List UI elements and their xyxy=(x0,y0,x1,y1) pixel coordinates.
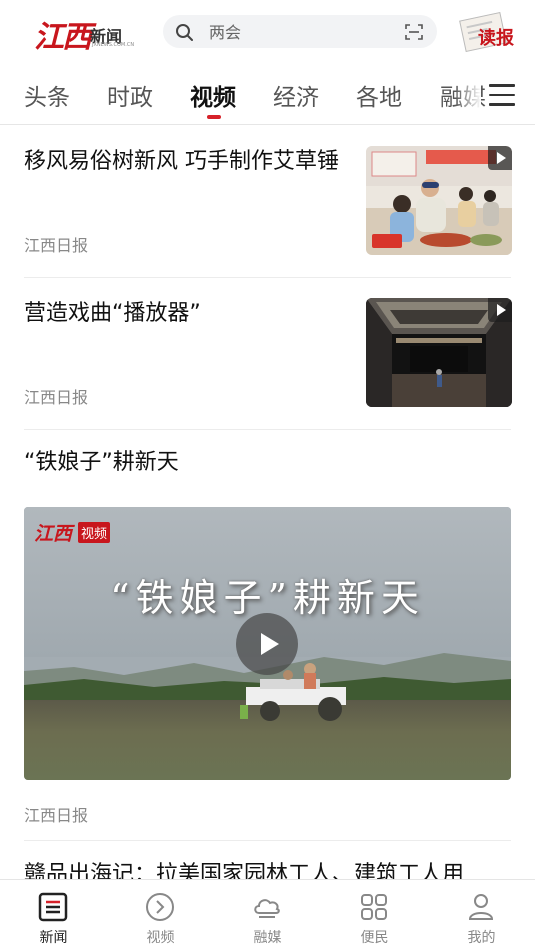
nav-video[interactable]: 视频 xyxy=(107,880,214,952)
news-item[interactable]: 移风易俗树新风 巧手制作艾草锤 江西日报 xyxy=(24,146,512,256)
bottom-navigation: 新闻 视频 融媒 便民 我的 xyxy=(0,879,535,952)
nav-label: 便民 xyxy=(360,930,389,946)
play-button-icon[interactable] xyxy=(236,613,298,675)
nav-media[interactable]: 融媒 xyxy=(214,880,321,952)
logo-text: 江西 xyxy=(34,20,92,55)
news-title: 移风易俗树新风 巧手制作艾草锤 xyxy=(24,149,339,174)
cloud-icon xyxy=(254,899,280,918)
video-badge-icon xyxy=(488,146,512,170)
nav-label: 我的 xyxy=(467,930,496,946)
news-thumbnail xyxy=(366,298,512,407)
nav-label: 融媒 xyxy=(253,930,282,946)
news-item[interactable]: 营造戏曲“播放器” 江西日报 xyxy=(24,298,512,408)
news-source: 江西日报 xyxy=(24,806,89,825)
news-thumbnail xyxy=(366,146,512,255)
jiangxi-news-logo[interactable]: 江西 新闻 JXNEWS.COM.CN xyxy=(34,12,135,55)
channel-tabs: 头条 时政 视频 经济 各地 融媒 xyxy=(0,70,535,122)
search-input[interactable] xyxy=(207,20,391,44)
divider xyxy=(24,429,511,430)
video-watermark: 江西 视频 xyxy=(34,519,118,545)
active-tab-indicator xyxy=(207,115,221,119)
nav-services[interactable]: 便民 xyxy=(321,880,428,952)
read-label: 读报 xyxy=(478,28,514,49)
divider xyxy=(24,277,511,278)
search-bar[interactable] xyxy=(163,15,437,48)
app-header: 江西 新闻 JXNEWS.COM.CN 读报 xyxy=(0,0,535,66)
tab-toutiao[interactable]: 头条 xyxy=(24,78,70,112)
grid-icon xyxy=(361,894,387,920)
channel-menu-icon[interactable] xyxy=(489,84,515,106)
read-newspaper-button[interactable]: 读报 xyxy=(459,11,522,53)
tab-economy[interactable]: 经济 xyxy=(273,78,319,112)
news-title[interactable]: 赣品出海记：拉美国家园林工人、建筑工人用 xyxy=(24,859,464,879)
news-source: 江西日报 xyxy=(24,388,89,407)
tab-regions[interactable]: 各地 xyxy=(356,78,402,112)
news-feed: 移风易俗树新风 巧手制作艾草锤 江西日报 营造戏曲“播放器” 江西日报 “铁娘子… xyxy=(0,125,535,879)
tab-shizheng[interactable]: 时政 xyxy=(107,78,153,112)
video-player[interactable]: “铁娘子”耕新天 江西 视频 xyxy=(24,507,511,780)
nav-profile[interactable]: 我的 xyxy=(428,880,535,952)
tabs-fade xyxy=(455,70,481,120)
video-icon xyxy=(146,893,174,921)
news-title: 营造戏曲“播放器” xyxy=(24,301,201,326)
tab-video[interactable]: 视频 xyxy=(190,78,236,112)
nav-label: 视频 xyxy=(146,930,175,946)
logo-domain: JXNEWS.COM.CN xyxy=(92,42,135,48)
news-source: 江西日报 xyxy=(24,236,89,255)
search-icon xyxy=(176,24,193,41)
feature-title: “铁娘子”耕新天 xyxy=(24,450,179,475)
nav-news[interactable]: 新闻 xyxy=(0,880,107,952)
scan-icon[interactable] xyxy=(405,24,423,40)
watermark-tag: 视频 xyxy=(78,522,111,543)
news-icon xyxy=(38,892,68,922)
person-icon xyxy=(468,894,494,920)
divider xyxy=(24,840,511,841)
nav-label: 新闻 xyxy=(39,930,68,946)
watermark-logo: 江西 xyxy=(34,523,73,545)
video-badge-icon xyxy=(488,298,512,322)
